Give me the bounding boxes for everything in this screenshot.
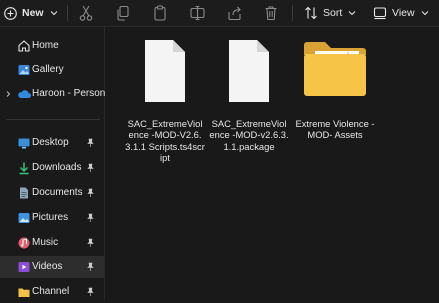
new-label: New <box>22 7 44 19</box>
downloads-icon <box>19 162 29 175</box>
navigation-pane: Home Gallery Haroon - Person Desktop Dow… <box>0 27 105 299</box>
trash-icon <box>265 6 277 21</box>
documents-icon <box>20 187 28 199</box>
new-button[interactable]: New <box>4 4 59 22</box>
scissors-icon <box>79 5 93 21</box>
folder-icon <box>304 42 366 96</box>
folder-item[interactable]: Extreme Violence -MOD- Assets <box>295 35 375 145</box>
file-list: SAC_ExtremeViolence -MOD-V2.6.3.1.1 Scri… <box>105 27 439 299</box>
sidebar-item-label: Haroon - Person <box>32 88 106 99</box>
delete-button[interactable] <box>264 4 278 22</box>
rename-icon <box>190 5 205 21</box>
gallery-icon <box>18 65 30 75</box>
paste-button[interactable] <box>153 4 167 22</box>
chevron-down-icon <box>50 11 57 16</box>
pin-icon[interactable] <box>86 188 95 198</box>
sidebar-item-label: Home <box>32 40 59 51</box>
sort-icon <box>305 6 317 20</box>
file-name: SAC_ExtremeViolence -MOD-v2.6.3.1.1.pack… <box>209 118 289 152</box>
toolbar-separator <box>67 5 68 21</box>
file-item[interactable]: SAC_ExtremeViolence -MOD-V2.6.3.1.1 Scri… <box>125 35 205 165</box>
sidebar-item-label: Desktop <box>32 137 69 148</box>
view-label: View <box>392 7 415 19</box>
sidebar-item-onedrive[interactable]: Haroon - Person <box>0 83 106 105</box>
file-name: SAC_ExtremeViolence -MOD-V2.6.3.1.1 Scri… <box>125 118 205 163</box>
pin-icon[interactable] <box>86 262 95 272</box>
sidebar-item-gallery[interactable]: Gallery <box>0 59 104 81</box>
sidebar-item-downloads[interactable]: Downloads <box>0 157 104 179</box>
rename-button[interactable] <box>190 4 205 22</box>
sidebar-item-pictures[interactable]: Pictures <box>0 207 104 229</box>
generic-file-icon <box>229 40 269 102</box>
chevron-down-icon <box>348 11 356 16</box>
sidebar-item-videos[interactable]: Videos <box>0 256 104 278</box>
onedrive-cloud-icon <box>18 90 31 98</box>
pin-icon[interactable] <box>86 287 95 297</box>
sidebar-item-label: Gallery <box>32 64 64 75</box>
command-bar: New Sort View <box>0 0 439 27</box>
view-icon <box>373 7 387 20</box>
sidebar-item-home[interactable]: Home <box>0 35 104 57</box>
music-icon <box>18 237 30 249</box>
pictures-icon <box>18 213 30 223</box>
desktop-icon <box>18 138 30 149</box>
sidebar-item-music[interactable]: Music <box>0 232 104 254</box>
toolbar-separator <box>292 5 293 21</box>
pin-icon[interactable] <box>86 213 95 223</box>
view-button[interactable]: View <box>373 4 430 22</box>
pin-icon[interactable] <box>86 163 95 173</box>
home-icon <box>18 40 30 52</box>
sidebar-item-desktop[interactable]: Desktop <box>0 132 104 154</box>
copy-button[interactable] <box>116 4 130 22</box>
chevron-right-icon <box>6 91 11 97</box>
folder-name: Extreme Violence -MOD- Assets <box>295 118 375 141</box>
file-item[interactable]: SAC_ExtremeViolence -MOD-v2.6.3.1.1.pack… <box>209 35 289 165</box>
pin-icon[interactable] <box>86 138 95 148</box>
cut-button[interactable] <box>79 4 93 22</box>
sidebar-item-label: Documents <box>32 187 83 198</box>
copy-icon <box>117 5 129 21</box>
pin-icon[interactable] <box>86 238 95 248</box>
new-plus-icon <box>4 6 17 20</box>
sidebar-item-label: Channel <box>32 286 70 297</box>
sidebar-item-channel[interactable]: Channel <box>0 281 104 303</box>
sort-button[interactable]: Sort <box>304 4 357 22</box>
sidebar-item-label: Pictures <box>32 212 69 223</box>
sidebar-divider <box>6 119 100 120</box>
share-button[interactable] <box>227 4 242 22</box>
sort-label: Sort <box>323 7 343 19</box>
videos-icon <box>18 262 30 272</box>
clipboard-icon <box>154 5 166 21</box>
share-icon <box>228 6 241 21</box>
folder-icon <box>18 288 30 297</box>
sidebar-item-label: Downloads <box>32 162 82 173</box>
chevron-down-icon <box>421 11 428 16</box>
sidebar-item-label: Music <box>32 237 59 248</box>
sidebar-item-label: Videos <box>32 261 63 272</box>
generic-file-icon <box>145 40 185 102</box>
sidebar-item-documents[interactable]: Documents <box>0 182 104 204</box>
